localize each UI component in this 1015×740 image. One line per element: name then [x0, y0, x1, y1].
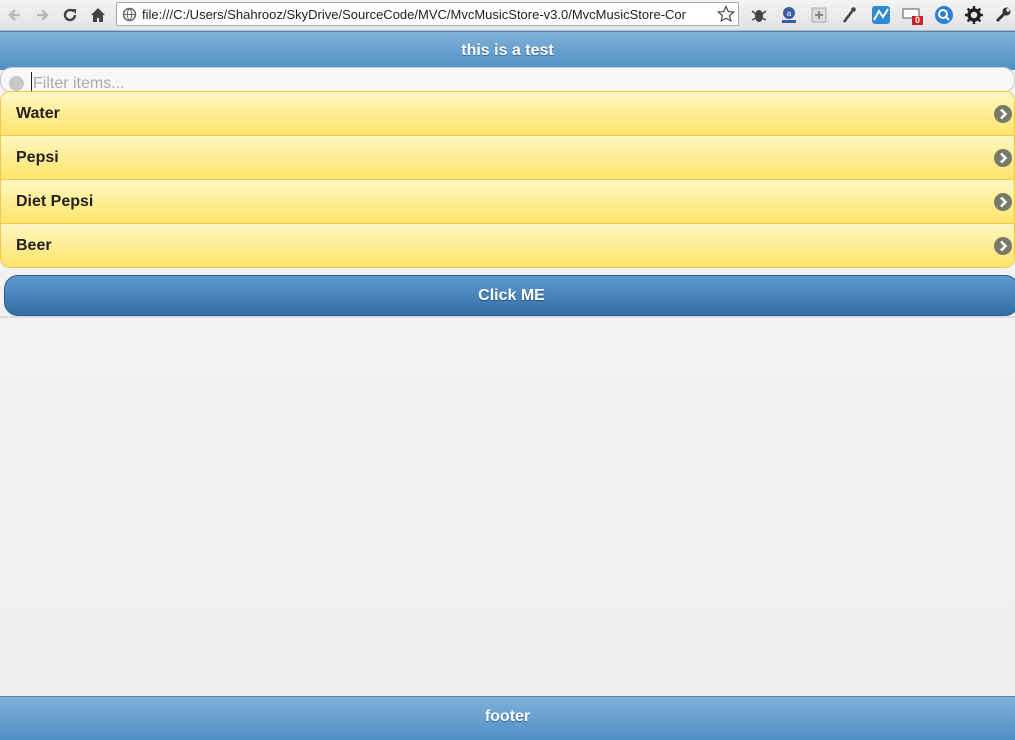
chevron-right-icon: [994, 149, 1012, 167]
home-icon[interactable]: [88, 5, 108, 25]
bug-icon[interactable]: [748, 4, 770, 26]
list-item[interactable]: Beer: [1, 224, 1014, 267]
browser-toolbar: file:///C:/Users/Shahrooz/SkyDrive/Sourc…: [0, 0, 1015, 31]
list-item[interactable]: Water: [1, 92, 1014, 136]
chevron-right-icon: [994, 105, 1012, 123]
list-item-label: Water: [16, 105, 60, 122]
gear-icon[interactable]: [963, 4, 985, 26]
window-icon[interactable]: 0: [902, 4, 924, 26]
content-divider: [0, 316, 1015, 318]
url-text: file:///C:/Users/Shahrooz/SkyDrive/Sourc…: [142, 7, 686, 22]
click-me-button[interactable]: Click ME: [4, 275, 1015, 316]
forward-arrow-icon[interactable]: [32, 5, 52, 25]
page-header: this is a test: [0, 31, 1015, 70]
list-item[interactable]: Pepsi: [1, 136, 1014, 180]
chevron-right-icon: [994, 237, 1012, 255]
extension-icon[interactable]: a: [778, 4, 800, 26]
page-title: this is a test: [461, 42, 554, 59]
eyedropper-icon[interactable]: [838, 4, 860, 26]
address-bar[interactable]: file:///C:/Users/Shahrooz/SkyDrive/Sourc…: [116, 2, 739, 26]
globe-icon: [122, 7, 137, 27]
filter-bar: [0, 67, 1015, 93]
item-list: Water Pepsi Diet Pepsi Beer: [0, 91, 1015, 268]
footer-text: footer: [484, 708, 531, 725]
list-item-label: Beer: [16, 237, 52, 254]
chevron-right-icon: [994, 193, 1012, 211]
back-arrow-icon[interactable]: [5, 5, 25, 25]
star-icon[interactable]: [716, 4, 736, 28]
list-item[interactable]: Diet Pepsi: [1, 180, 1014, 224]
list-item-label: Diet Pepsi: [16, 193, 94, 210]
search-icon[interactable]: [933, 4, 955, 26]
list-item-label: Pepsi: [16, 149, 59, 166]
reload-icon[interactable]: [60, 5, 80, 25]
plus-box-icon[interactable]: [808, 4, 830, 26]
magnifier-icon: [9, 76, 24, 91]
notification-badge: 0: [915, 15, 921, 25]
wrench-icon[interactable]: [992, 4, 1014, 26]
page-footer: footer: [0, 696, 1015, 740]
filter-input[interactable]: [31, 72, 935, 92]
svg-text:a: a: [787, 9, 792, 18]
map-icon[interactable]: [870, 4, 892, 26]
